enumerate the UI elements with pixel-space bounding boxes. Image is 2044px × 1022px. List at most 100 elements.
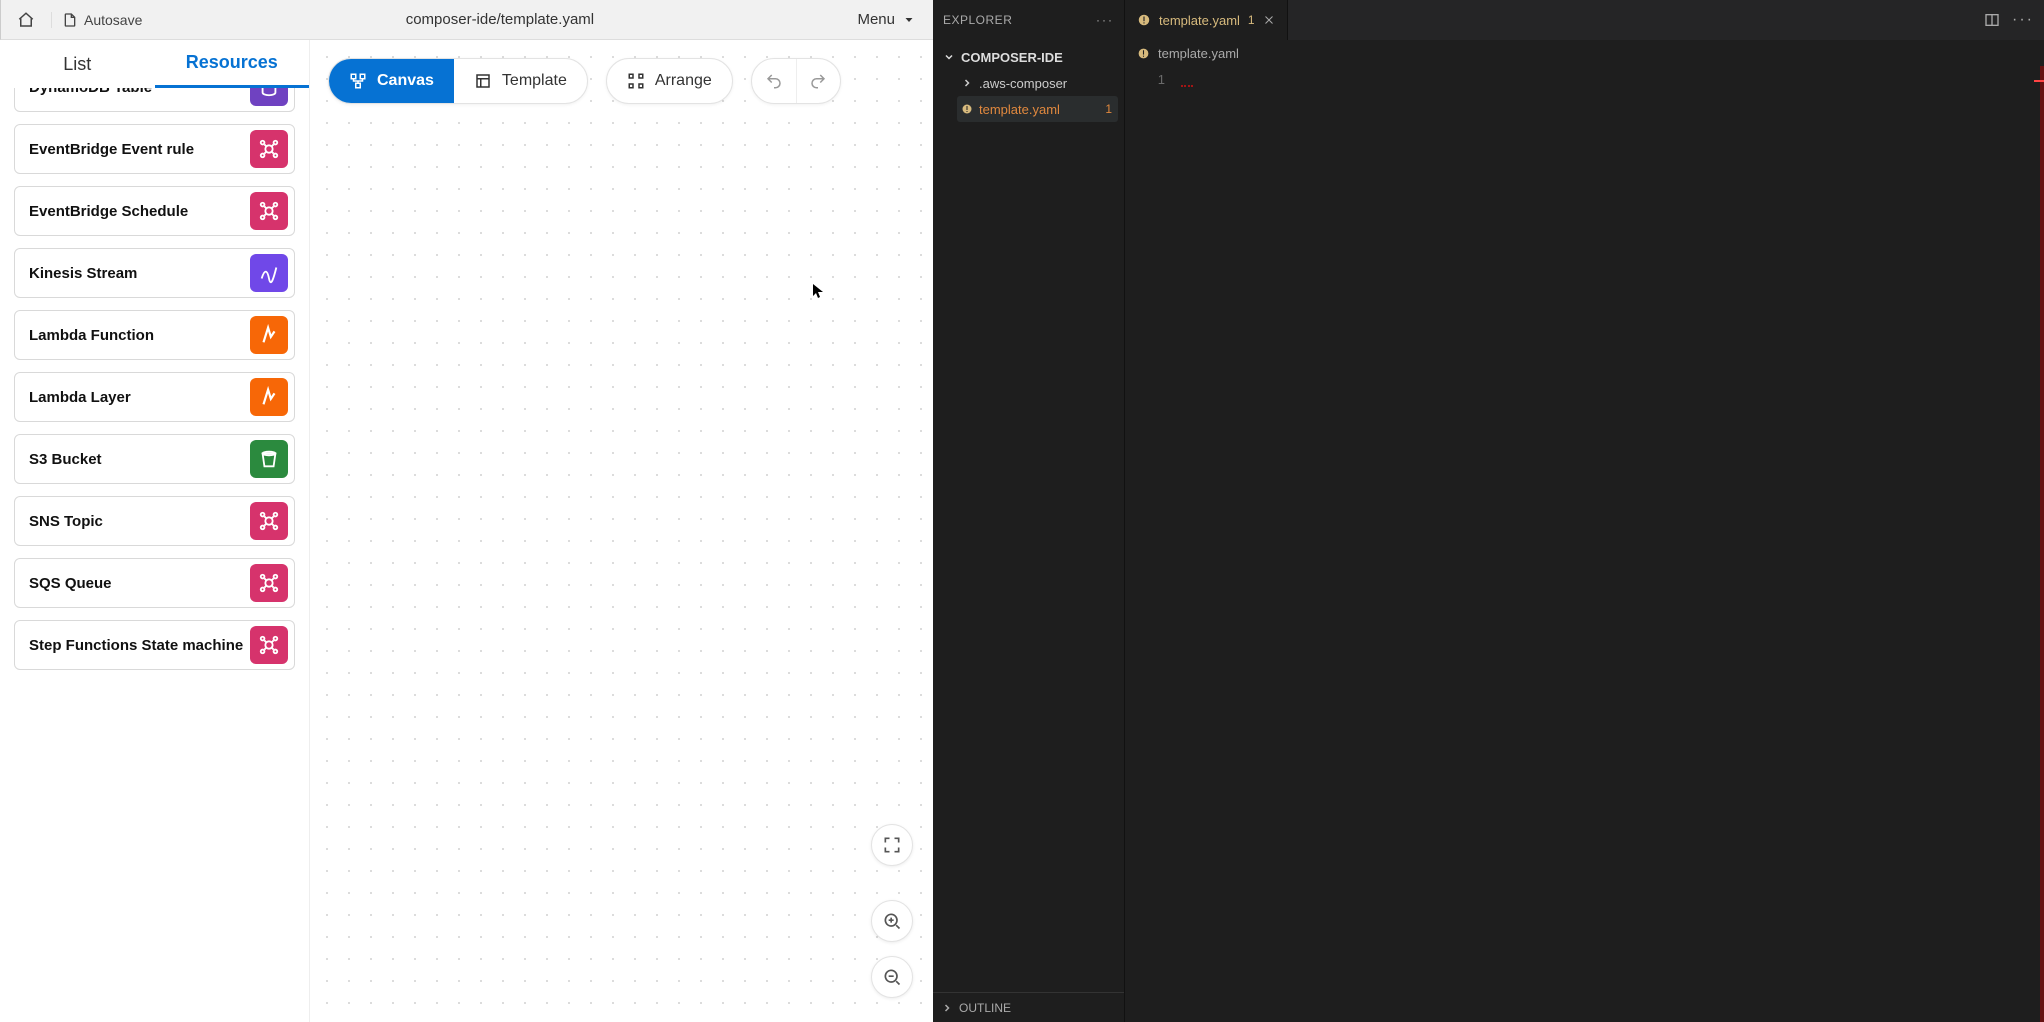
editor-breadcrumb[interactable]: template.yaml [1125, 40, 2044, 66]
outline-section[interactable]: OUTLINE [933, 992, 1124, 1022]
fit-button[interactable] [871, 824, 913, 866]
resource-label: Lambda Layer [29, 389, 131, 406]
explorer-panel: EXPLORER ··· COMPOSER-IDE .aws-composer … [933, 0, 1125, 1022]
editor-tab-errcount: 1 [1248, 13, 1255, 27]
resource-item[interactable]: EventBridge Schedule [14, 186, 295, 236]
tab-list[interactable]: List [0, 40, 155, 88]
canvas-button[interactable]: Canvas [329, 59, 454, 103]
resource-item[interactable]: Kinesis Stream [14, 248, 295, 298]
canvas-area[interactable]: Canvas Template Arrange [310, 40, 933, 1022]
explorer-title: EXPLORER [943, 13, 1012, 27]
breadcrumb-label: template.yaml [1158, 46, 1239, 61]
resource-label: EventBridge Event rule [29, 141, 194, 158]
tree-folder[interactable]: .aws-composer [957, 70, 1118, 96]
resource-service-icon [250, 440, 288, 478]
view-segment: Canvas Template [328, 58, 588, 104]
canvas-float-controls [871, 824, 913, 998]
chevron-down-icon [943, 51, 955, 63]
undo-icon [765, 72, 783, 90]
zoom-in-icon [882, 911, 902, 931]
resource-item[interactable]: S3 Bucket [14, 434, 295, 484]
editor-tabbar: template.yaml 1 ··· [1125, 0, 2044, 40]
error-squiggle [1181, 85, 1193, 87]
sidebar-tabs: List Resources [0, 40, 309, 88]
menu-button[interactable]: Menu [857, 11, 921, 28]
redo-button[interactable] [796, 59, 840, 103]
undo-button[interactable] [752, 59, 796, 103]
resource-service-icon [250, 130, 288, 168]
outline-label: OUTLINE [959, 1001, 1011, 1015]
canvas-toolbar: Canvas Template Arrange [328, 58, 841, 104]
resource-label: Step Functions State machine [29, 637, 243, 654]
tree-folder-label: .aws-composer [979, 76, 1067, 91]
tree-file[interactable]: template.yaml 1 [957, 96, 1118, 122]
error-marker[interactable] [2034, 80, 2044, 82]
composer-body: List Resources DynamoDB Table EventBridge… [0, 40, 933, 1022]
editor-tabbar-actions: ··· [1974, 11, 2044, 29]
file-title: composer-ide/template.yaml [154, 11, 845, 28]
split-icon [1984, 12, 2000, 28]
tree-file-badge: 1 [1105, 102, 1112, 116]
composer-panel: Autosave composer-ide/template.yaml Menu… [0, 0, 933, 1022]
tree-root[interactable]: COMPOSER-IDE [939, 44, 1118, 70]
line-number: 1 [1125, 72, 1165, 87]
chevron-right-icon [961, 77, 973, 89]
home-button[interactable] [13, 7, 39, 33]
home-icon [17, 11, 35, 29]
resource-service-icon [250, 254, 288, 292]
resource-label: S3 Bucket [29, 451, 102, 468]
fit-icon [882, 835, 902, 855]
editor-more-button[interactable]: ··· [2012, 11, 2034, 29]
resource-sidebar: List Resources DynamoDB Table EventBridge… [0, 40, 310, 1022]
tab-resources[interactable]: Resources [155, 40, 310, 88]
file-icon [62, 12, 78, 28]
resource-service-icon [250, 502, 288, 540]
resource-label: EventBridge Schedule [29, 203, 188, 220]
zoom-out-icon [882, 967, 902, 987]
undo-redo-group [751, 58, 841, 104]
resource-item[interactable]: DynamoDB Table [14, 88, 295, 112]
canvas-grid [310, 40, 933, 1022]
arrange-button[interactable]: Arrange [607, 59, 732, 103]
gutter: 1 [1125, 66, 1175, 1022]
resource-service-icon [250, 626, 288, 664]
resource-list: DynamoDB Table EventBridge Event rule Even… [0, 88, 309, 1022]
code-area[interactable]: 1 [1125, 66, 2044, 1022]
resource-service-icon [250, 316, 288, 354]
resource-item[interactable]: EventBridge Event rule [14, 124, 295, 174]
zoom-in-button[interactable] [871, 900, 913, 942]
split-editor-button[interactable] [1984, 12, 2000, 28]
arrange-label: Arrange [655, 72, 712, 90]
canvas-label: Canvas [377, 72, 434, 90]
resource-label: SQS Queue [29, 575, 112, 592]
editor-tab-close[interactable] [1263, 14, 1275, 26]
error-strip[interactable] [2040, 66, 2044, 1022]
explorer-tree: COMPOSER-IDE .aws-composer template.yaml… [933, 40, 1124, 126]
caret-down-icon [903, 14, 915, 26]
resource-service-icon [250, 192, 288, 230]
resource-item[interactable]: Step Functions State machine [14, 620, 295, 670]
arrange-icon [627, 72, 645, 90]
template-button[interactable]: Template [454, 59, 587, 103]
autosave-indicator: Autosave [51, 12, 142, 28]
chevron-right-icon [941, 1002, 953, 1014]
resource-label: DynamoDB Table [29, 88, 152, 96]
cursor-icon [813, 284, 823, 298]
explorer-more-button[interactable]: ··· [1096, 13, 1114, 27]
resource-label: SNS Topic [29, 513, 103, 530]
resource-item[interactable]: Lambda Function [14, 310, 295, 360]
editor-tab[interactable]: template.yaml 1 [1125, 0, 1288, 40]
close-icon [1263, 14, 1275, 26]
resource-service-icon [250, 88, 288, 106]
tree-root-label: COMPOSER-IDE [961, 50, 1063, 65]
resource-item[interactable]: SNS Topic [14, 496, 295, 546]
code-content[interactable] [1175, 66, 2044, 1022]
editor-panel: template.yaml 1 ··· template.yaml 1 [1125, 0, 2044, 1022]
zoom-out-button[interactable] [871, 956, 913, 998]
resource-label: Lambda Function [29, 327, 154, 344]
resource-item[interactable]: Lambda Layer [14, 372, 295, 422]
resource-item[interactable]: SQS Queue [14, 558, 295, 608]
template-icon [474, 72, 492, 90]
menu-label: Menu [857, 11, 895, 28]
template-label: Template [502, 72, 567, 90]
